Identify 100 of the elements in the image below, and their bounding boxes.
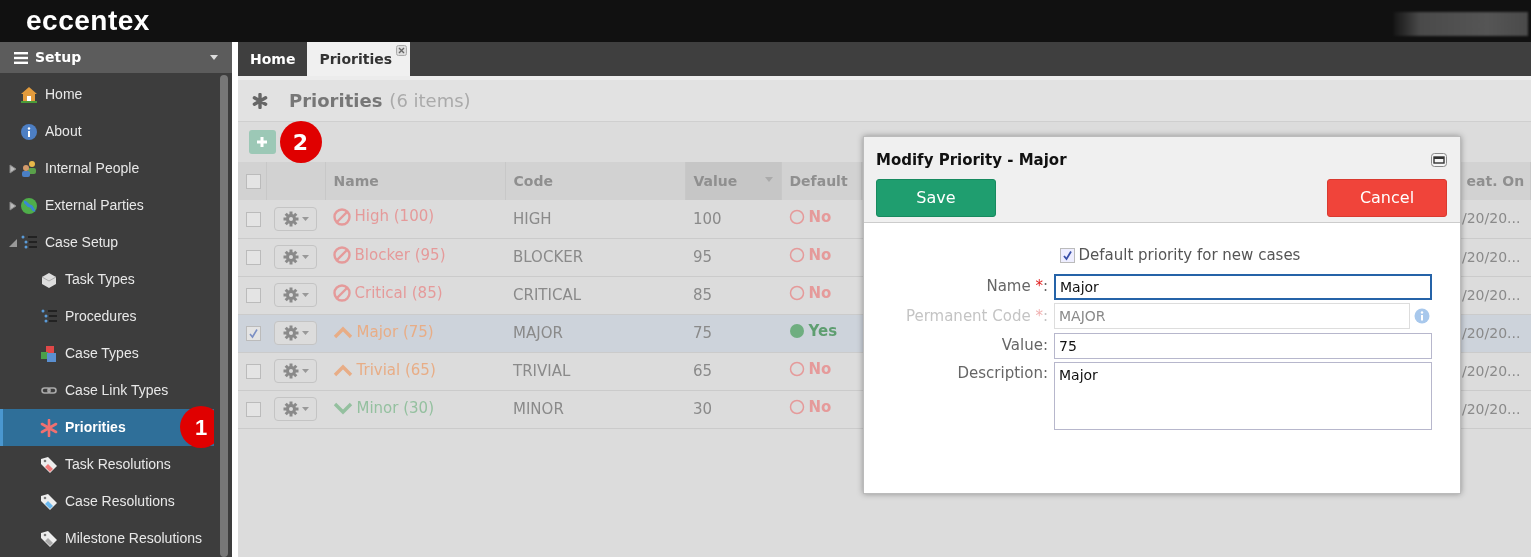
gear-menu-button[interactable] (274, 206, 317, 231)
gear-icon (282, 287, 299, 303)
table-cell: 85 (685, 276, 781, 314)
people-icon (20, 159, 38, 178)
chevron-down-icon (333, 400, 353, 415)
sidebar-item[interactable]: Task Resolutions (0, 446, 214, 483)
callout-badge: 2 (279, 121, 322, 163)
tab[interactable]: Priorities (307, 42, 411, 76)
circle-icon (789, 361, 805, 378)
cancel-button[interactable]: Cancel (1327, 178, 1447, 217)
table-cell: HIGH (505, 200, 685, 238)
checkbox[interactable] (246, 287, 261, 303)
menu-icon (14, 51, 28, 64)
checkbox[interactable] (1060, 247, 1075, 263)
circle-icon (789, 285, 805, 302)
gear-menu-button[interactable] (274, 321, 317, 345)
checkbox[interactable] (246, 211, 261, 227)
close-icon[interactable] (396, 45, 408, 56)
checkbox[interactable] (246, 249, 261, 265)
tag-icon (40, 492, 58, 511)
circle-icon (789, 247, 805, 264)
checkbox[interactable] (246, 401, 261, 417)
caret-icon (210, 55, 218, 60)
table-cell: TRIVIAL (505, 352, 685, 390)
sidebar-item[interactable]: Procedures (0, 298, 214, 335)
item-count: (6 items) (389, 89, 471, 113)
priority-name: Major (75) (333, 320, 434, 344)
circle-icon (789, 209, 805, 226)
table-cell: 30 (685, 390, 781, 428)
tag-icon (40, 529, 58, 548)
menu-header[interactable]: Setup (0, 42, 232, 73)
table-cell: 100 (685, 200, 781, 238)
cubes-icon (40, 344, 58, 363)
gear-icon (282, 401, 299, 417)
caret-icon (301, 331, 309, 335)
no-entry-icon (333, 245, 351, 264)
gear-menu-button[interactable] (274, 283, 317, 307)
table-cell: 65 (685, 352, 781, 390)
scrollbar[interactable] (220, 75, 228, 557)
house-icon (20, 85, 38, 104)
tab[interactable]: Home (238, 42, 308, 76)
priority-name: Blocker (95) (333, 243, 446, 267)
caret-icon (301, 369, 309, 373)
gear-menu-button[interactable] (274, 397, 317, 421)
table-cell: CRITICAL (505, 276, 685, 314)
default-status: Yes (789, 320, 838, 343)
gear-icon (282, 249, 299, 265)
sidebar-item[interactable]: Milestone Resolutions (0, 520, 214, 557)
asterisk-icon (252, 92, 268, 109)
sidebar-item[interactable]: Internal People (0, 150, 214, 187)
plus-icon (256, 136, 268, 148)
chevron-up-icon (333, 362, 353, 377)
sidebar-item[interactable]: Case Setup (0, 224, 214, 261)
add-button[interactable] (248, 130, 276, 154)
input-field[interactable]: Major (1054, 273, 1432, 300)
default-status: No (789, 282, 832, 305)
sidebar-item[interactable]: Case Link Types (0, 372, 214, 409)
default-status: No (789, 396, 832, 419)
gear-menu-button[interactable] (274, 359, 317, 383)
circle-icon (789, 399, 805, 416)
sidebar-item[interactable]: Task Types (0, 261, 214, 298)
priority-name: High (100) (333, 205, 435, 228)
field-label: Description: (956, 363, 1049, 384)
sort-icon (764, 176, 773, 182)
table-cell: 95 (685, 238, 781, 276)
logo: eccentex (26, 4, 150, 38)
sidebar-item[interactable]: External Parties (0, 187, 214, 224)
globe-icon (20, 196, 38, 215)
default-status: No (789, 358, 832, 381)
sidebar-item[interactable]: Case Resolutions (0, 483, 214, 520)
default-status: No (789, 244, 832, 267)
field-label: Value: (1000, 335, 1049, 357)
checkbox[interactable] (246, 363, 261, 379)
text-area[interactable]: Major (1054, 362, 1432, 430)
sidebar-item[interactable]: Priorities 1 (0, 409, 214, 446)
checkbox-label: Default priority for new cases (1078, 245, 1301, 266)
checkbox[interactable] (246, 174, 261, 189)
input-field[interactable]: 75 (1054, 332, 1432, 359)
field-label: Permanent Code *: (904, 305, 1049, 327)
priority-name: Minor (30) (333, 396, 435, 420)
asterisk-icon (40, 418, 58, 437)
table-cell: MINOR (505, 390, 685, 428)
block-icon (40, 270, 58, 289)
sidebar-item[interactable]: About (0, 113, 214, 150)
table-cell: 75 (685, 314, 781, 352)
default-status: No (789, 205, 832, 229)
priority-name: Trivial (65) (333, 358, 436, 382)
page-title: Priorities (289, 89, 383, 113)
checkbox[interactable] (246, 325, 261, 341)
gear-icon (282, 363, 299, 379)
field-label: Name *: (985, 276, 1049, 298)
maximize-icon[interactable] (1431, 153, 1447, 168)
sidebar-item[interactable]: Case Types (0, 335, 214, 372)
dialog-title: Modify Priority - Major (876, 150, 1067, 171)
gear-icon (282, 325, 299, 341)
sidebar-item[interactable]: Home (0, 76, 214, 113)
gear-menu-button[interactable] (274, 245, 317, 269)
filled-circle-icon (789, 323, 805, 340)
table-cell: MAJOR (505, 314, 685, 352)
caret-icon (301, 216, 309, 221)
